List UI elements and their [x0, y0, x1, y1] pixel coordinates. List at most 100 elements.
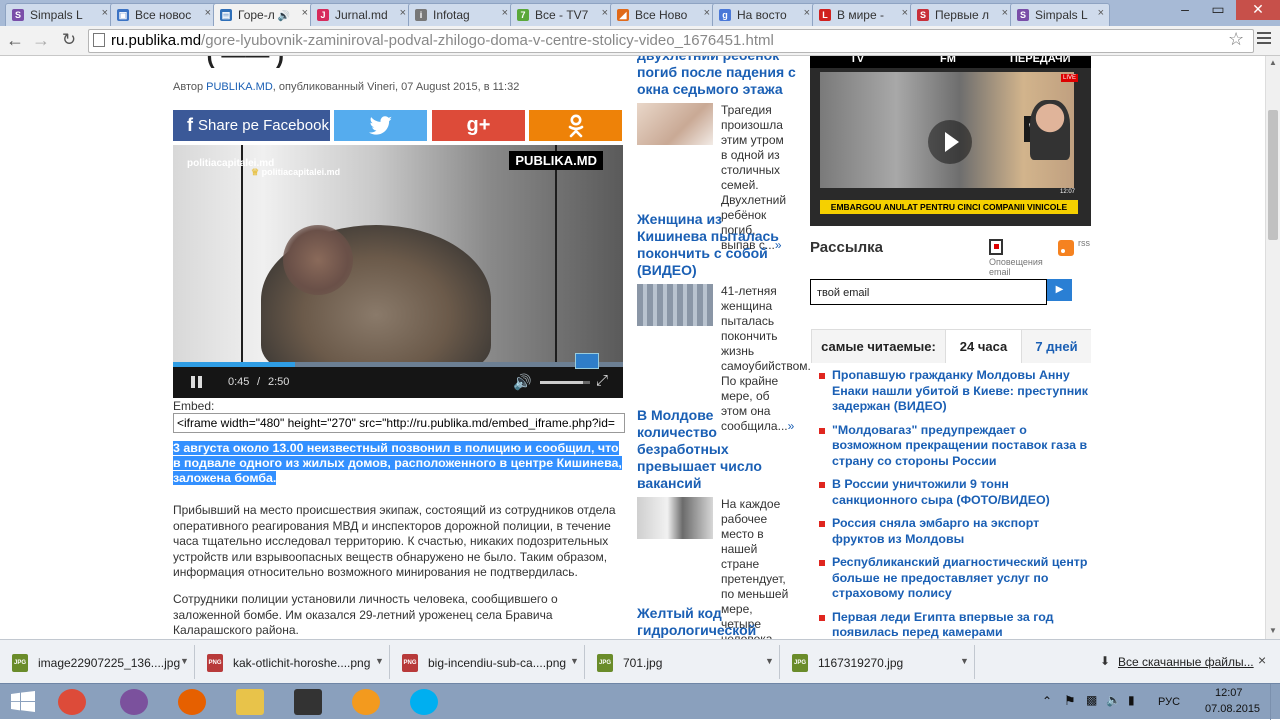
show-desktop-button[interactable] — [1270, 684, 1278, 720]
browser-tab[interactable]: ▤ Горе-л 🔊 × — [213, 3, 314, 26]
close-downloads-button[interactable]: × — [1258, 652, 1266, 668]
download-menu-chevron-icon[interactable]: ▼ — [765, 656, 774, 666]
chrome-taskbar-icon[interactable] — [46, 686, 98, 718]
browser-tab[interactable]: ▣ Все новос × — [110, 3, 217, 26]
email-alerts-label[interactable]: Оповещения email — [989, 257, 1049, 277]
tab-close-icon[interactable]: × — [602, 7, 608, 19]
start-button[interactable] — [6, 688, 40, 716]
skype-taskbar-icon[interactable] — [398, 686, 450, 718]
camera-taskbar-icon[interactable] — [282, 686, 334, 718]
share-facebook-button[interactable]: f Share pe Facebook — [173, 110, 330, 141]
story1-thumbnail[interactable] — [637, 103, 713, 145]
embed-code-input[interactable]: <iframe width="480" height="270" src="ht… — [173, 413, 625, 433]
all-downloads-link[interactable]: Все скачанные файлы... — [1118, 655, 1254, 669]
browser-tab[interactable]: S Simpals L × — [1010, 3, 1110, 26]
forward-button[interactable]: → — [30, 30, 52, 51]
tab-close-icon[interactable]: × — [804, 7, 810, 19]
tab-close-icon[interactable]: × — [302, 7, 308, 19]
tv-nav-fm[interactable]: FM — [940, 56, 956, 65]
rss-icon[interactable] — [1058, 240, 1074, 256]
tab-7-days[interactable]: 7 дней — [1021, 330, 1091, 363]
rss-label[interactable]: rss — [1078, 238, 1090, 248]
tab-close-icon[interactable]: × — [205, 7, 211, 19]
tab-24-hours[interactable]: 24 часа — [946, 330, 1021, 363]
page-scrollbar[interactable]: ▲ ▼ — [1265, 56, 1280, 639]
browser-tab[interactable]: L В мире - × — [812, 3, 914, 26]
browser-tab[interactable]: i Infotag × — [408, 3, 514, 26]
download-item[interactable]: JPG 1167319270.jpg ▼ — [780, 645, 975, 679]
fullscreen-icon[interactable]: ⤢ — [596, 372, 608, 389]
tab-close-icon[interactable]: × — [400, 7, 406, 19]
firefox-taskbar-icon[interactable] — [166, 686, 218, 718]
story2-more-link[interactable]: » — [788, 419, 795, 433]
tray-expand-icon[interactable]: ⌃ — [1042, 694, 1052, 708]
most-read-item[interactable]: В России уничтожили 9 тонн санкционного … — [817, 477, 1089, 508]
language-indicator[interactable]: РУС — [1158, 696, 1180, 708]
share-googleplus-button[interactable]: g+ — [432, 110, 525, 141]
story1-headline[interactable]: двухлетний ребёнок погиб после падения с… — [637, 56, 797, 98]
browser-tab[interactable]: g На восто × — [712, 3, 816, 26]
tv-nav-tv[interactable]: TV — [850, 56, 864, 65]
most-read-item[interactable]: Россия сняла эмбарго на экспорт фруктов … — [817, 516, 1089, 547]
tv-play-icon[interactable] — [928, 120, 972, 164]
subscribe-button[interactable]: ▶ — [1047, 279, 1072, 301]
tab-close-icon[interactable]: × — [1098, 7, 1104, 19]
reload-button[interactable]: ↻ — [58, 30, 80, 50]
bookmark-star-icon[interactable]: ☆ — [1228, 29, 1244, 50]
scrollbar-thumb[interactable] — [1268, 110, 1278, 240]
browser-menu-icon[interactable] — [1257, 32, 1271, 47]
pause-icon[interactable] — [191, 376, 203, 388]
tab-close-icon[interactable]: × — [1002, 7, 1008, 19]
minimize-button[interactable]: – — [1170, 0, 1200, 20]
tab-close-icon[interactable]: × — [704, 7, 710, 19]
story3-headline[interactable]: В Молдове количество безработных превыша… — [637, 407, 767, 492]
volume-tray-icon[interactable]: 🔈 — [1106, 693, 1121, 707]
browser-tab[interactable]: S Simpals L × — [5, 3, 114, 26]
story3-thumbnail[interactable] — [637, 497, 713, 539]
browser-tab[interactable]: J Jurnal.md × — [310, 3, 412, 26]
media-taskbar-icon[interactable] — [340, 686, 392, 718]
scroll-down-icon[interactable]: ▼ — [1269, 626, 1277, 635]
video-pip-icon[interactable] — [575, 353, 599, 369]
author-link[interactable]: PUBLIKA.MD — [206, 81, 273, 93]
email-input[interactable]: твой email — [810, 279, 1047, 305]
tab-close-icon[interactable]: × — [502, 7, 508, 19]
email-alerts-icon[interactable] — [989, 239, 1003, 255]
network-icon[interactable]: ▩ — [1086, 693, 1097, 707]
share-twitter-button[interactable] — [334, 110, 427, 141]
download-item[interactable]: PNG kak-otlichit-horoshe....png ▼ — [195, 645, 390, 679]
tv-live-widget[interactable]: TV FM ПЕРЕДАЧИ LIVE WS 12:07 EMBARGOU AN… — [810, 56, 1091, 226]
story4-headline[interactable]: Желтый код гидрологической — [637, 605, 787, 639]
share-odnoklassniki-button[interactable] — [529, 110, 622, 141]
story2-headline[interactable]: Женщина из Кишинева пыталась покончить с… — [637, 211, 787, 279]
close-window-button[interactable]: ✕ — [1236, 0, 1280, 20]
download-item[interactable]: JPG 701.jpg ▼ — [585, 645, 780, 679]
most-read-item[interactable]: "Молдовагаз" предупреждает о возможном п… — [817, 423, 1089, 470]
most-read-item[interactable]: Пропавшую гражданку Молдовы Анну Енаки н… — [817, 368, 1089, 415]
explorer-taskbar-icon[interactable] — [224, 686, 276, 718]
url-input[interactable]: ru.publika.md/gore-lyubovnik-zaminiroval… — [88, 29, 1254, 53]
download-menu-chevron-icon[interactable]: ▼ — [180, 656, 189, 666]
most-read-item[interactable]: Первая леди Египта впервые за год появил… — [817, 610, 1089, 639]
volume-icon[interactable]: 🔊 — [513, 373, 532, 391]
browser-tab[interactable]: S Первые л × — [910, 3, 1014, 26]
flag-icon[interactable]: ⚑ — [1064, 693, 1076, 709]
most-read-item[interactable]: Республиканский диагностический центр бо… — [817, 555, 1089, 602]
download-item[interactable]: JPG image22907225_136....jpg ▼ — [0, 645, 195, 679]
download-menu-chevron-icon[interactable]: ▼ — [375, 656, 384, 666]
tab-audio-icon[interactable]: 🔊 — [275, 11, 289, 22]
back-button[interactable]: ← — [4, 30, 26, 51]
download-menu-chevron-icon[interactable]: ▼ — [570, 656, 579, 666]
video-player[interactable]: politiacapitalei.md ♕ politiacapitalei.m… — [173, 145, 623, 398]
scroll-up-icon[interactable]: ▲ — [1269, 58, 1277, 67]
browser-tab[interactable]: ◢ Все Ново × — [610, 3, 716, 26]
battery-icon[interactable]: ▮ — [1128, 693, 1135, 707]
clock-date[interactable]: 07.08.2015 — [1205, 703, 1260, 715]
browser-tab[interactable]: 7 Все - TV7 × — [510, 3, 614, 26]
volume-slider[interactable] — [540, 381, 590, 384]
download-menu-chevron-icon[interactable]: ▼ — [960, 656, 969, 666]
clock-time[interactable]: 12:07 — [1215, 687, 1243, 699]
tab-close-icon[interactable]: × — [902, 7, 908, 19]
story2-thumbnail[interactable] — [637, 284, 713, 326]
tab-close-icon[interactable]: × — [102, 7, 108, 19]
